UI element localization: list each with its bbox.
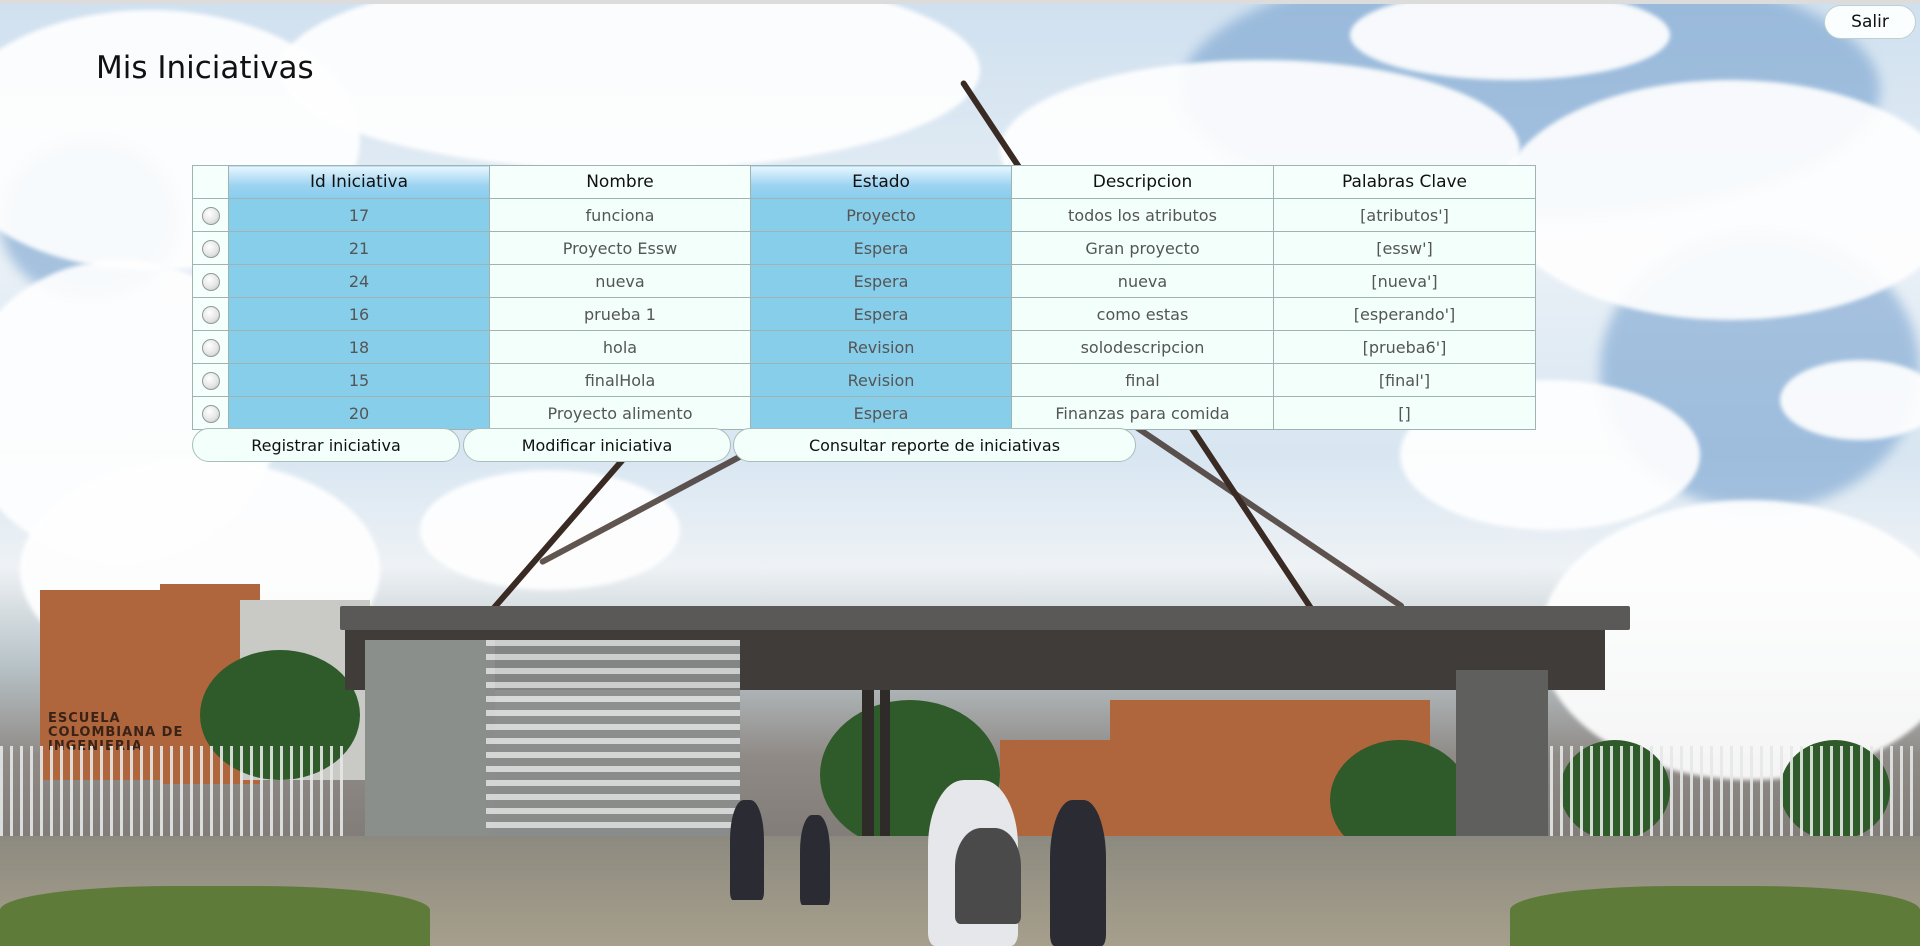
row-select-cell <box>192 198 229 232</box>
initiatives-report-button[interactable]: Consultar reporte de iniciativas <box>733 428 1136 462</box>
column-header-palabras-clave: Palabras Clave <box>1273 165 1536 199</box>
cell-estado: Revision <box>750 330 1012 364</box>
cell-nombre: prueba 1 <box>489 297 751 331</box>
row-select-cell <box>192 363 229 397</box>
table-row[interactable]: 18 hola Revision solodescripcion [prueba… <box>192 330 1536 364</box>
column-header-nombre: Nombre <box>489 165 751 199</box>
cell-descripcion: Gran proyecto <box>1011 231 1274 265</box>
cell-id: 15 <box>228 363 490 397</box>
register-initiative-button[interactable]: Registrar iniciativa <box>192 428 460 462</box>
cell-estado: Espera <box>750 396 1012 430</box>
cell-palabras-clave: [] <box>1273 396 1536 430</box>
cell-nombre: Proyecto alimento <box>489 396 751 430</box>
cell-nombre: hola <box>489 330 751 364</box>
cell-id: 24 <box>228 264 490 298</box>
row-select-cell <box>192 264 229 298</box>
page-title: Mis Iniciativas <box>96 50 314 86</box>
table-row[interactable]: 24 nueva Espera nueva [nueva'] <box>192 264 1536 298</box>
table-header-row: Id Iniciativa Nombre Estado Descripcion … <box>192 165 1536 199</box>
cell-palabras-clave: [final'] <box>1273 363 1536 397</box>
column-header-id: Id Iniciativa <box>228 165 490 199</box>
cell-id: 18 <box>228 330 490 364</box>
row-radio-button[interactable] <box>201 371 220 390</box>
select-column-header <box>192 165 229 199</box>
row-select-cell <box>192 297 229 331</box>
cell-palabras-clave: [prueba6'] <box>1273 330 1536 364</box>
cell-nombre: nueva <box>489 264 751 298</box>
cell-palabras-clave: [esperando'] <box>1273 297 1536 331</box>
row-select-cell <box>192 396 229 430</box>
cell-estado: Espera <box>750 231 1012 265</box>
table-row[interactable]: 21 Proyecto Essw Espera Gran proyecto [e… <box>192 231 1536 265</box>
row-radio-button[interactable] <box>201 404 220 423</box>
cell-descripcion: nueva <box>1011 264 1274 298</box>
cell-palabras-clave: [atributos'] <box>1273 198 1536 232</box>
row-radio-button[interactable] <box>201 305 220 324</box>
cell-id: 17 <box>228 198 490 232</box>
cell-nombre: funciona <box>489 198 751 232</box>
cell-estado: Proyecto <box>750 198 1012 232</box>
row-select-cell <box>192 231 229 265</box>
logout-button[interactable]: Salir <box>1824 5 1916 39</box>
cell-estado: Revision <box>750 363 1012 397</box>
cell-palabras-clave: [essw'] <box>1273 231 1536 265</box>
iniciativas-page: Salir Mis Iniciativas Id Iniciativa Nomb… <box>0 0 1920 946</box>
cell-id: 16 <box>228 297 490 331</box>
cell-nombre: finalHola <box>489 363 751 397</box>
cell-descripcion: Finanzas para comida <box>1011 396 1274 430</box>
cell-descripcion: final <box>1011 363 1274 397</box>
cell-nombre: Proyecto Essw <box>489 231 751 265</box>
iniciativas-table: Id Iniciativa Nombre Estado Descripcion … <box>192 165 1536 430</box>
cell-estado: Espera <box>750 264 1012 298</box>
top-border <box>0 0 1920 4</box>
row-radio-button[interactable] <box>201 206 220 225</box>
cell-id: 20 <box>228 396 490 430</box>
cell-descripcion: como estas <box>1011 297 1274 331</box>
row-radio-button[interactable] <box>201 338 220 357</box>
table-row[interactable]: 15 finalHola Revision final [final'] <box>192 363 1536 397</box>
column-header-descripcion: Descripcion <box>1011 165 1274 199</box>
row-radio-button[interactable] <box>201 239 220 258</box>
modify-initiative-button[interactable]: Modificar iniciativa <box>463 428 731 462</box>
cell-descripcion: todos los atributos <box>1011 198 1274 232</box>
table-row[interactable]: 17 funciona Proyecto todos los atributos… <box>192 198 1536 232</box>
row-radio-button[interactable] <box>201 272 220 291</box>
cell-estado: Espera <box>750 297 1012 331</box>
cell-id: 21 <box>228 231 490 265</box>
table-row[interactable]: 16 prueba 1 Espera como estas [esperando… <box>192 297 1536 331</box>
table-row[interactable]: 20 Proyecto alimento Espera Finanzas par… <box>192 396 1536 430</box>
cell-descripcion: solodescripcion <box>1011 330 1274 364</box>
cell-palabras-clave: [nueva'] <box>1273 264 1536 298</box>
row-select-cell <box>192 330 229 364</box>
column-header-estado: Estado <box>750 165 1012 199</box>
